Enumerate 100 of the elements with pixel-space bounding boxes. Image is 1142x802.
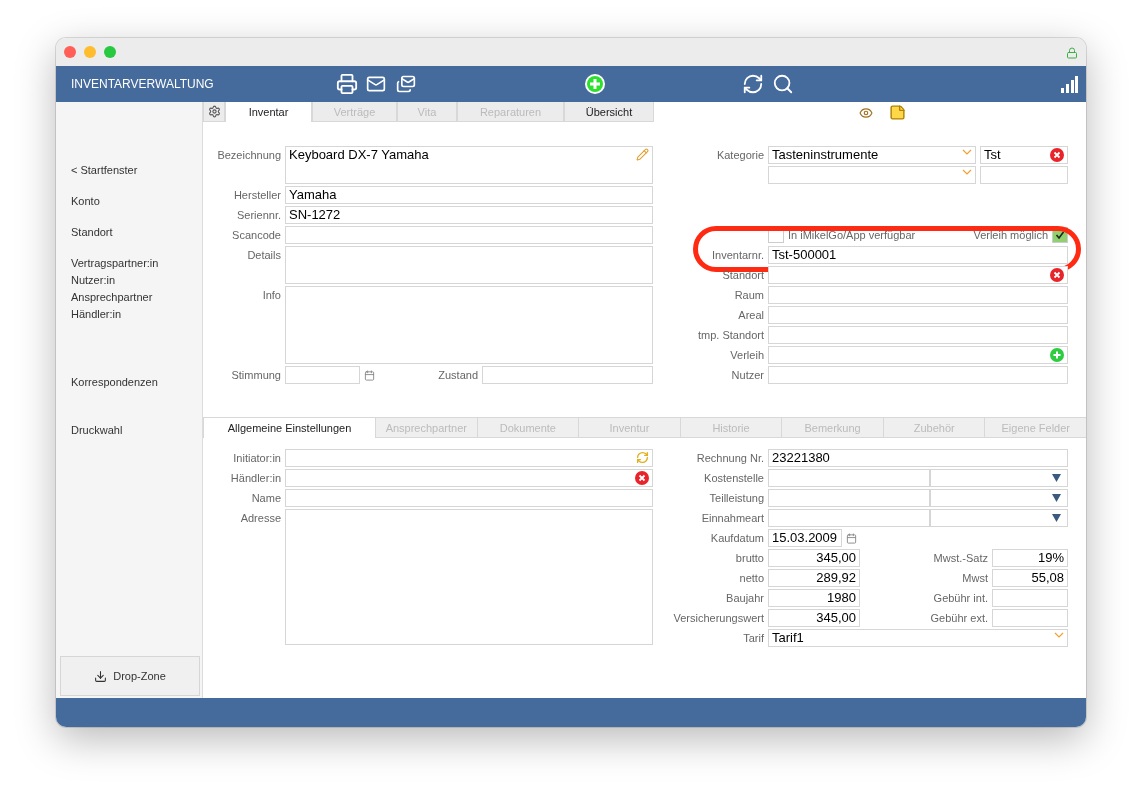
note-icon[interactable] [889, 104, 906, 121]
tab[interactable]: Inventar [225, 102, 312, 122]
clear-icon[interactable] [1050, 148, 1064, 162]
printer-icon[interactable] [336, 73, 358, 95]
select-field[interactable] [930, 489, 1068, 507]
text-field[interactable] [285, 489, 653, 507]
text-field[interactable]: 345,00 [768, 609, 860, 627]
chevron-icon[interactable] [962, 148, 972, 156]
sidebar-item[interactable]: Händler:in [56, 307, 202, 321]
field-label: Name [250, 491, 281, 506]
field-label: Einnahmeart [700, 511, 764, 526]
select-field[interactable] [768, 469, 930, 487]
lock-icon [1066, 46, 1078, 59]
search-icon[interactable] [772, 73, 794, 95]
field-label: Teilleistung [708, 491, 764, 506]
text-field[interactable] [992, 609, 1068, 627]
checkbox-label: Verleih möglich [973, 229, 1048, 241]
field-label: Tarif [742, 631, 764, 646]
field-label: tmp. Standort [696, 328, 764, 343]
date-field[interactable] [285, 366, 360, 384]
mails-icon[interactable] [396, 74, 416, 94]
select-field[interactable] [930, 509, 1068, 527]
select-field[interactable]: Tasteninstrumente [768, 146, 976, 164]
field-label: Mwst.-Satz [932, 551, 988, 566]
settings-icon[interactable] [203, 102, 225, 122]
text-field[interactable]: 345,00 [768, 549, 860, 567]
clear-icon[interactable] [635, 471, 649, 485]
text-field[interactable]: Yamaha [285, 186, 653, 204]
sidebar-item[interactable]: Ansprechpartner [56, 290, 202, 304]
pencil-icon[interactable] [636, 148, 649, 161]
chevron-icon[interactable] [962, 168, 972, 176]
field-label: Gebühr int. [932, 591, 988, 606]
zoom-button[interactable] [104, 46, 116, 58]
field-label: Rechnung Nr. [695, 451, 764, 466]
text-field[interactable] [992, 589, 1068, 607]
minimize-button[interactable] [84, 46, 96, 58]
field-label: Standort [721, 268, 764, 283]
sidebar-item[interactable]: < Startfenster [56, 163, 202, 177]
text-field[interactable]: Tst-500001 [768, 246, 1068, 264]
text-field[interactable] [285, 449, 653, 467]
text-field[interactable] [768, 346, 1068, 364]
sidebar-item[interactable]: Korrespondenzen [56, 375, 202, 389]
text-field[interactable] [768, 286, 1068, 304]
text-field[interactable] [768, 306, 1068, 324]
mail-icon[interactable] [366, 74, 386, 94]
text-field[interactable]: Tst [980, 146, 1068, 164]
field-label: Baujahr [725, 591, 764, 606]
select-field[interactable] [768, 509, 930, 527]
drop-zone-button[interactable]: Drop-Zone [60, 656, 200, 696]
text-field[interactable] [980, 166, 1068, 184]
text-field[interactable] [285, 226, 653, 244]
text-area[interactable] [285, 509, 653, 645]
field-label: brutto [734, 551, 764, 566]
field-label: Hersteller [232, 188, 281, 203]
select-field[interactable] [930, 469, 1068, 487]
date-field[interactable]: 15.03.2009 [768, 529, 842, 547]
text-field[interactable] [482, 366, 653, 384]
tab[interactable]: Übersicht [564, 102, 654, 122]
field-label: Bezeichnung [216, 148, 281, 163]
select-field[interactable] [768, 489, 930, 507]
field-label: Areal [737, 308, 764, 323]
dropdown-triangle-icon[interactable] [1052, 494, 1061, 502]
close-button[interactable] [64, 46, 76, 58]
sidebar-item[interactable]: Standort [56, 225, 202, 239]
field-label: Adresse [239, 511, 281, 526]
sidebar-item[interactable]: Konto [56, 194, 202, 208]
clear-icon[interactable] [1050, 268, 1064, 282]
field-label: Kostenstelle [703, 471, 764, 486]
text-field[interactable]: 23221380 [768, 449, 1068, 467]
text-field[interactable] [768, 326, 1068, 344]
text-area[interactable] [285, 246, 653, 284]
field-label: Händler:in [229, 471, 281, 486]
sidebar-item[interactable]: Vertragspartner:in [56, 256, 202, 270]
field-label: Mwst [961, 571, 988, 586]
text-field[interactable]: 19% [992, 549, 1068, 567]
field-label: Info [261, 288, 281, 303]
eye-icon[interactable] [859, 105, 873, 120]
select-field[interactable]: Tarif1 [768, 629, 1068, 647]
text-field[interactable]: 289,92 [768, 569, 860, 587]
text-field[interactable] [768, 266, 1068, 284]
text-area[interactable]: Keyboard DX-7 Yamaha [285, 146, 653, 184]
text-area[interactable] [285, 286, 653, 364]
refresh-icon[interactable] [742, 73, 764, 95]
select-field[interactable] [768, 166, 976, 184]
field-label: Kaufdatum [709, 531, 764, 546]
checkmark-icon [1055, 230, 1065, 240]
text-field[interactable]: 1980 [768, 589, 860, 607]
signal-icon [1060, 75, 1078, 93]
text-field[interactable]: SN-1272 [285, 206, 653, 224]
text-field[interactable] [768, 366, 1068, 384]
add-icon[interactable] [584, 73, 606, 95]
chevron-icon[interactable] [1054, 631, 1064, 639]
field-label: Details [246, 248, 281, 263]
text-field[interactable]: 55,08 [992, 569, 1068, 587]
sidebar-item[interactable]: Druckwahl [56, 423, 202, 437]
dropdown-triangle-icon[interactable] [1052, 474, 1061, 482]
checkbox-label: In iMikelGo/App verfügbar [788, 229, 917, 241]
sidebar-item[interactable]: Nutzer:in [56, 273, 202, 287]
text-field[interactable] [285, 469, 653, 487]
dropdown-triangle-icon[interactable] [1052, 514, 1061, 522]
